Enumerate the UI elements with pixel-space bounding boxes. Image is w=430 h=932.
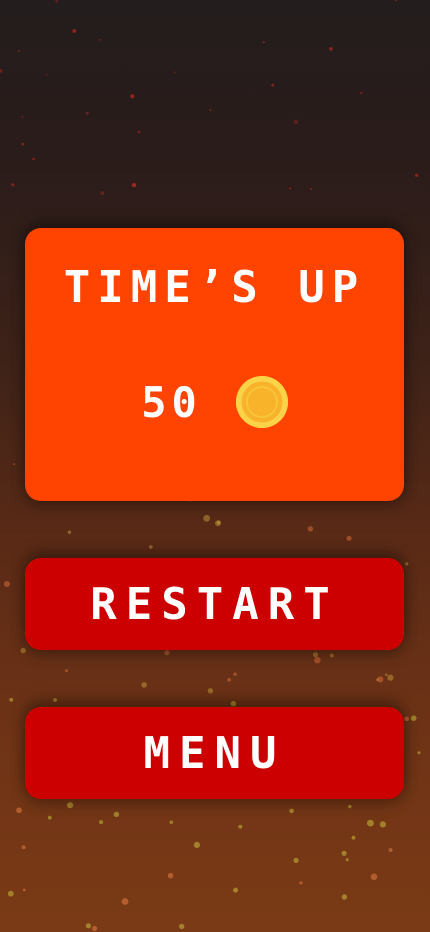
ember-particle [360, 91, 363, 95]
ember-particle [404, 716, 410, 722]
ember-particle [329, 47, 333, 51]
ember-particle [7, 890, 14, 897]
ember-particle [131, 182, 137, 188]
ember-particle [348, 804, 352, 809]
ember-particle [215, 520, 221, 527]
score-row: 50 [25, 374, 404, 430]
ember-particle [238, 824, 243, 829]
ember-particle [410, 715, 417, 721]
ember-particle [21, 845, 26, 850]
ember-particle [47, 815, 52, 820]
ember-particle [32, 157, 35, 161]
ember-particle [351, 835, 356, 840]
ember-particle [233, 672, 237, 676]
ember-particle [329, 653, 334, 658]
ember-particle [233, 887, 239, 893]
menu-button-label: MENU [143, 727, 286, 779]
ember-particle [262, 41, 265, 44]
ember-particle [341, 894, 348, 900]
ember-particle [377, 676, 384, 683]
ember-particle [21, 142, 25, 146]
ember-particle [179, 923, 185, 930]
ember-particle [113, 811, 120, 817]
ember-particle [53, 698, 57, 702]
ember-particle [293, 119, 298, 124]
ember-particle [141, 682, 147, 688]
ember-particle [173, 71, 176, 74]
ember-particle [299, 881, 303, 885]
ember-particle [289, 187, 292, 190]
ember-particle [164, 650, 170, 656]
ember-particle [65, 669, 68, 673]
ember-particle [341, 850, 347, 856]
ember-particle [388, 848, 393, 852]
ember-particle [18, 50, 20, 53]
ember-particle [72, 29, 77, 33]
ember-particle [85, 111, 89, 115]
ember-particle [55, 0, 59, 3]
ember-particle [376, 678, 379, 681]
ember-particle [130, 94, 135, 99]
ember-particle [21, 116, 24, 118]
ember-particle [22, 888, 26, 892]
ember-particle [387, 674, 394, 681]
ember-particle [20, 647, 26, 654]
ember-particle [45, 73, 48, 76]
ember-particle [98, 38, 101, 41]
ember-particle [384, 673, 388, 677]
ember-particle [137, 130, 141, 134]
ember-particle [0, 69, 3, 73]
ember-particle [67, 530, 72, 534]
ember-particle [370, 873, 378, 881]
ember-particle [16, 807, 22, 814]
ember-particle [415, 173, 419, 177]
ember-particle [230, 701, 237, 707]
ember-particle [100, 191, 105, 195]
ember-particle [203, 514, 211, 522]
ember-particle [169, 820, 173, 824]
coin-icon [235, 376, 288, 428]
ember-particle [3, 581, 10, 587]
ember-particle [309, 187, 313, 191]
ember-particle [209, 109, 212, 112]
ember-particle [271, 83, 275, 87]
menu-button[interactable]: MENU [25, 707, 404, 799]
ember-particle [346, 535, 352, 541]
ember-particle [314, 656, 321, 664]
ember-particle [313, 652, 318, 658]
ember-particle [394, 0, 398, 2]
ember-particle [9, 697, 14, 702]
ember-particle [227, 677, 232, 682]
ember-particle [92, 925, 98, 932]
ember-particle [417, 751, 421, 755]
times-up-title: TIME’S UP [63, 262, 366, 313]
restart-button[interactable]: RESTART [25, 558, 404, 650]
ember-particle [345, 858, 349, 862]
ember-particle [167, 872, 174, 879]
ember-particle [207, 688, 214, 694]
ember-particle [289, 808, 294, 814]
restart-button-label: RESTART [90, 578, 339, 630]
ember-particle [121, 898, 129, 905]
ember-particle [99, 820, 104, 825]
ember-particle [216, 520, 221, 525]
ember-particle [193, 841, 200, 849]
ember-particle [85, 923, 91, 929]
ember-particle [148, 545, 153, 549]
ember-particle [11, 183, 15, 187]
ember-particle [307, 526, 314, 532]
ember-particle [379, 821, 386, 828]
ember-particle [367, 819, 374, 827]
coin-score-value: 50 [141, 377, 202, 427]
ember-particle [67, 802, 74, 809]
ember-particle [405, 562, 409, 566]
ember-particle [13, 463, 16, 466]
ember-particle [293, 857, 299, 864]
